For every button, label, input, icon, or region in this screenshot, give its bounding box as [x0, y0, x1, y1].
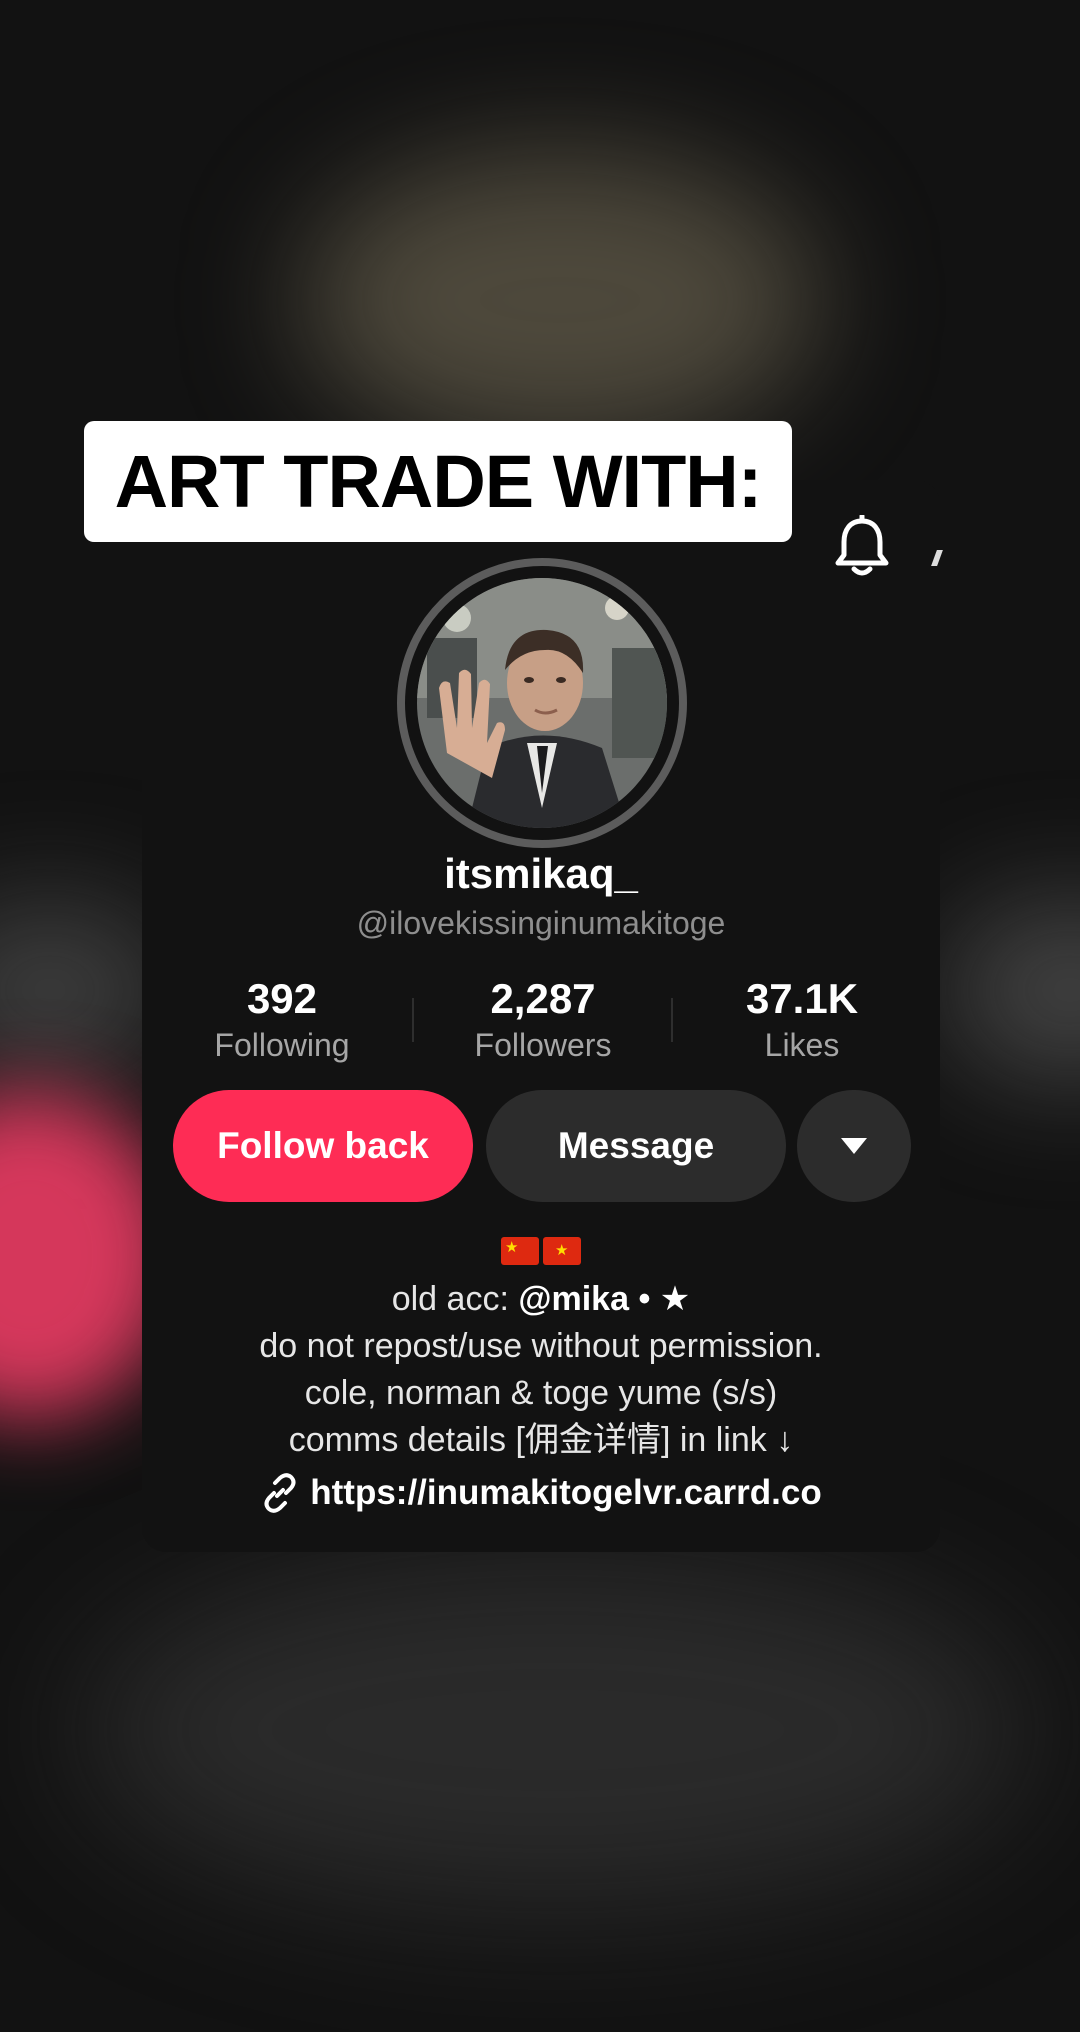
stat-following-label: Following	[214, 1027, 350, 1063]
avatar	[417, 578, 667, 828]
bio-old-account-suffix: • ★	[629, 1280, 691, 1318]
bell-icon[interactable]	[832, 515, 892, 581]
overlay-title: ART TRADE WITH:	[114, 440, 763, 523]
bio: old acc: @mika • ★ do not repost/use wit…	[142, 1276, 940, 1464]
overlay-title-box: ART TRADE WITH:	[84, 421, 792, 542]
bio-line-old-account: old acc: @mika • ★	[142, 1276, 940, 1323]
stat-likes[interactable]: 37.1K Likes	[672, 975, 932, 1064]
background-blur-right	[940, 900, 1080, 1080]
avatar-ring[interactable]	[397, 558, 687, 848]
stat-following[interactable]: 392 Following	[152, 975, 412, 1064]
follow-back-button[interactable]: Follow back	[173, 1090, 473, 1202]
triangle-down-icon	[841, 1138, 867, 1154]
bio-old-acc-label: old acc:	[391, 1280, 519, 1318]
bio-line-comms: comms details [佣金详情] in link ↓	[288, 1421, 794, 1459]
more-options-button[interactable]	[797, 1090, 911, 1202]
stat-likes-label: Likes	[764, 1027, 840, 1063]
stat-following-count: 392	[246, 975, 318, 1022]
bio-old-account-mention[interactable]: @mika	[518, 1280, 629, 1318]
background-blur-bottom	[80, 1550, 1030, 1910]
bio-link-text[interactable]: https://inumakitogelvr.carrd.co	[310, 1473, 822, 1513]
bio-line-yume: cole, norman & toge yume (s/s)	[304, 1374, 778, 1412]
china-flag-icon: ★	[501, 1237, 539, 1265]
bio-flags: ★ ★	[501, 1237, 581, 1265]
username: itsmikaq_	[444, 850, 638, 897]
stat-followers-label: Followers	[474, 1027, 612, 1063]
background-blur-top	[300, 150, 820, 450]
bio-link[interactable]: https://inumakitogelvr.carrd.co	[142, 1473, 940, 1513]
stat-likes-count: 37.1K	[745, 975, 859, 1022]
link-icon	[264, 1473, 296, 1513]
user-handle: @ilovekissinginumakitoge	[356, 905, 726, 941]
stat-followers-count: 2,287	[490, 975, 596, 1022]
bio-line-permission: do not repost/use without permission.	[259, 1327, 823, 1365]
message-button[interactable]: Message	[486, 1090, 786, 1202]
stat-followers[interactable]: 2,287 Followers	[413, 975, 673, 1064]
vietnam-flag-icon: ★	[543, 1237, 581, 1265]
